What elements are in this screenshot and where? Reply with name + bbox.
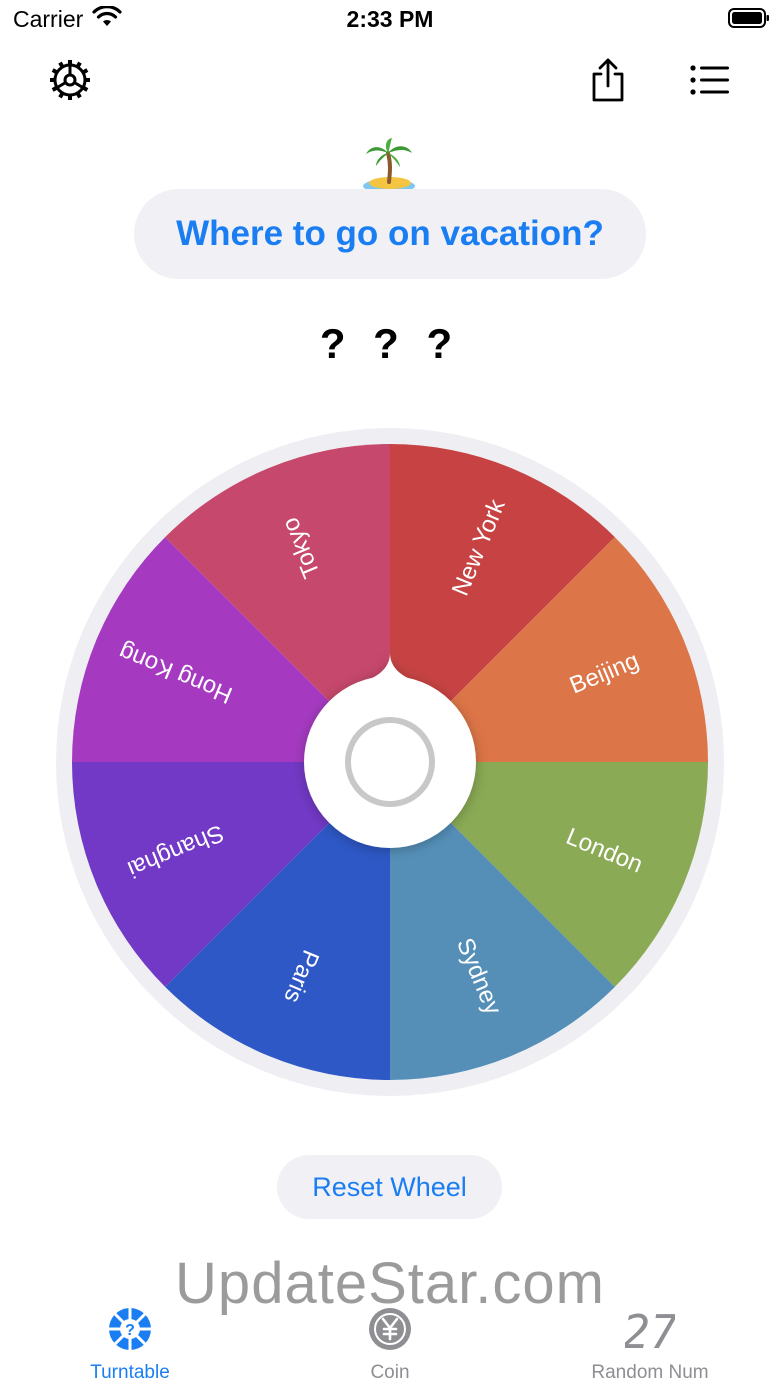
coin-icon [369,1308,411,1350]
tab-random-num[interactable]: 27 Random Num [550,1296,750,1387]
random-number-icon: 27 [625,1306,675,1352]
tab-bar: ? Turntable Coin 27 Random Num [0,1296,780,1387]
status-bar: Carrier 2:33 PM [0,0,780,40]
tab-turntable[interactable]: ? Turntable [30,1296,230,1387]
list-icon [690,65,729,95]
share-button[interactable] [580,52,636,108]
tab-label-turntable: Turntable [90,1362,170,1383]
tab-label-coin: Coin [370,1362,410,1383]
spin-wheel[interactable]: New YorkBeijingLondonSydneyParisShanghai… [56,428,724,1096]
palm-tree-island-emoji [360,136,420,196]
wheel-title-button[interactable]: Where to go on vacation? [134,189,646,279]
tab-label-random-num: Random Num [591,1362,709,1383]
turntable-icon: ? [109,1308,151,1350]
gear-icon [50,60,90,100]
svg-text:27: 27 [625,1306,675,1352]
status-time: 2:33 PM [346,6,434,32]
spin-result: ? ? ? [319,320,461,367]
battery-icon [728,8,769,28]
reset-wheel-button[interactable]: Reset Wheel [277,1155,502,1219]
tab-coin[interactable]: Coin [290,1296,490,1387]
svg-text:?: ? [125,1322,135,1339]
settings-button[interactable] [42,52,98,108]
wheel-title: Where to go on vacation? [176,214,604,253]
share-icon [592,58,624,102]
list-button[interactable] [682,52,738,108]
